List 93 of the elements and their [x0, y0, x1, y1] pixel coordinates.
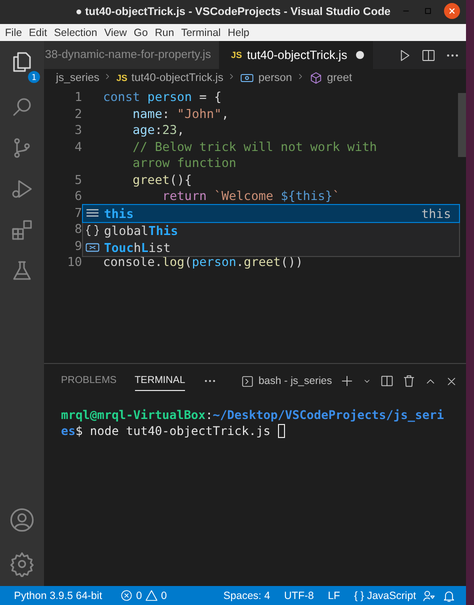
js-file-icon: JS — [230, 50, 242, 60]
line-ending-status[interactable]: LF — [328, 590, 340, 602]
menu-item[interactable]: Edit — [28, 26, 48, 38]
code-token: ` — [332, 189, 340, 204]
code-token: , — [221, 106, 229, 121]
close-button[interactable] — [444, 3, 460, 19]
code-token: = { — [198, 90, 222, 104]
split-editor-icon[interactable] — [421, 48, 436, 62]
code-token: ()) — [280, 255, 303, 270]
panel-tab[interactable]: PROBLEMS — [61, 371, 117, 391]
python-interpreter[interactable]: Python 3.9.5 64-bit — [14, 590, 102, 602]
terminal-cursor — [278, 424, 285, 438]
plus-icon[interactable] — [340, 374, 354, 388]
scrollbar-thumb[interactable] — [458, 93, 466, 157]
line-number: 5 — [74, 172, 82, 187]
braces-icon — [85, 223, 100, 238]
code-token: const — [103, 90, 140, 104]
feedback-icon[interactable] — [422, 588, 436, 602]
error-icon — [120, 589, 134, 602]
suggestion-label: TouchList — [104, 240, 171, 254]
code-token: : — [154, 123, 162, 138]
code-token: // Below trick will not work with — [132, 140, 377, 154]
line-number: 1 — [74, 90, 82, 104]
line-number: 2 — [74, 106, 82, 121]
editor-tab[interactable]: 38-dynamic-name-for-property.js — [44, 41, 219, 69]
line-number: 7 — [74, 206, 82, 220]
code-token: person — [146, 90, 192, 104]
terminal-icon — [241, 374, 254, 388]
variable-icon — [240, 71, 254, 85]
line-number: 8 — [74, 222, 82, 236]
code-token: , — [177, 123, 184, 138]
menu-item[interactable]: Go — [134, 26, 148, 38]
code-token: person — [192, 255, 236, 270]
indentation-status[interactable]: Spaces: 4 — [223, 590, 270, 602]
menu-item[interactable]: Terminal — [181, 26, 221, 38]
breadcrumb-item[interactable]: js_series — [56, 72, 100, 84]
code-token: greet — [244, 255, 281, 270]
code-token: (){ — [170, 172, 192, 187]
panel-tab[interactable]: TERMINAL — [134, 371, 186, 391]
menu-item[interactable]: Selection — [54, 26, 98, 38]
code-token: console — [103, 255, 155, 270]
code-token: ( — [184, 255, 192, 270]
line-number: 10 — [66, 255, 82, 270]
settings-icon[interactable] — [9, 551, 35, 577]
suggestion-detail: this — [421, 206, 451, 220]
problems-status[interactable]: 0 0 — [120, 589, 167, 602]
suggestion-item[interactable]: this this — [83, 205, 459, 222]
code-token: greet — [132, 172, 170, 187]
suggestion-label: globalThis — [104, 224, 178, 238]
extensions-icon[interactable] — [10, 218, 34, 242]
code-token: 23 — [162, 123, 178, 138]
encoding-status[interactable]: UTF-8 — [284, 590, 314, 602]
suggestion-item[interactable]: TouchList — [83, 239, 459, 256]
warning-icon — [145, 589, 158, 602]
breadcrumb-item[interactable]: greet — [326, 72, 352, 84]
line-number: 6 — [74, 189, 82, 204]
code-token: `Welcome — [213, 189, 274, 204]
bell-icon[interactable] — [442, 588, 456, 602]
suggestion-label: this — [104, 206, 134, 220]
code-token: arrow function — [132, 156, 236, 170]
code-token: ${this} — [280, 189, 333, 204]
error-count: 0 — [136, 590, 142, 602]
window-title: ● tut40-objectTrick.js - VSCodeProjects - Visual Studio Code — [75, 6, 391, 18]
menu-item[interactable]: Help — [228, 26, 250, 38]
js-file-icon: JS — [116, 73, 128, 83]
notification-badge: 1 — [28, 71, 40, 83]
menu-item[interactable]: View — [104, 26, 127, 38]
line-number: 4 — [74, 140, 82, 154]
code-token: log — [162, 255, 184, 270]
cube-icon — [308, 71, 323, 85]
terminal-picker[interactable]: bash - js_series — [241, 374, 332, 388]
code-token: : — [162, 106, 171, 121]
terminal-output: mrql@mrql-VirtualBox:~/Desktop/VSCodeProjects/js_seri es$ node tut40-objectTrick.js — [60, 407, 445, 439]
trash-icon[interactable] — [402, 374, 416, 388]
suggestion-item[interactable]: globalThis — [83, 222, 459, 239]
line-number: 3 — [74, 123, 82, 138]
menu-item[interactable]: Run — [154, 26, 174, 38]
code-token: . — [236, 255, 244, 270]
code-token: . — [154, 255, 162, 270]
account-icon[interactable] — [9, 507, 35, 533]
language-status[interactable]: { } JavaScript — [354, 590, 416, 602]
breadcrumb-item[interactable]: tut40-objectTrick.js — [131, 72, 224, 84]
breadcrumb-item[interactable]: person — [258, 72, 292, 84]
warning-count: 0 — [161, 590, 167, 602]
code-token: name — [132, 106, 162, 121]
split-terminal-icon[interactable] — [380, 374, 394, 388]
editor-tab[interactable]: JS tut40-objectTrick.js — [218, 41, 374, 69]
code-token: age — [132, 123, 155, 138]
code-token: "John" — [177, 106, 222, 121]
line-number: 9 — [74, 238, 82, 253]
code-token: return — [161, 189, 207, 204]
unsaved-dot-icon — [356, 51, 364, 59]
menu-item[interactable]: File — [5, 26, 22, 38]
